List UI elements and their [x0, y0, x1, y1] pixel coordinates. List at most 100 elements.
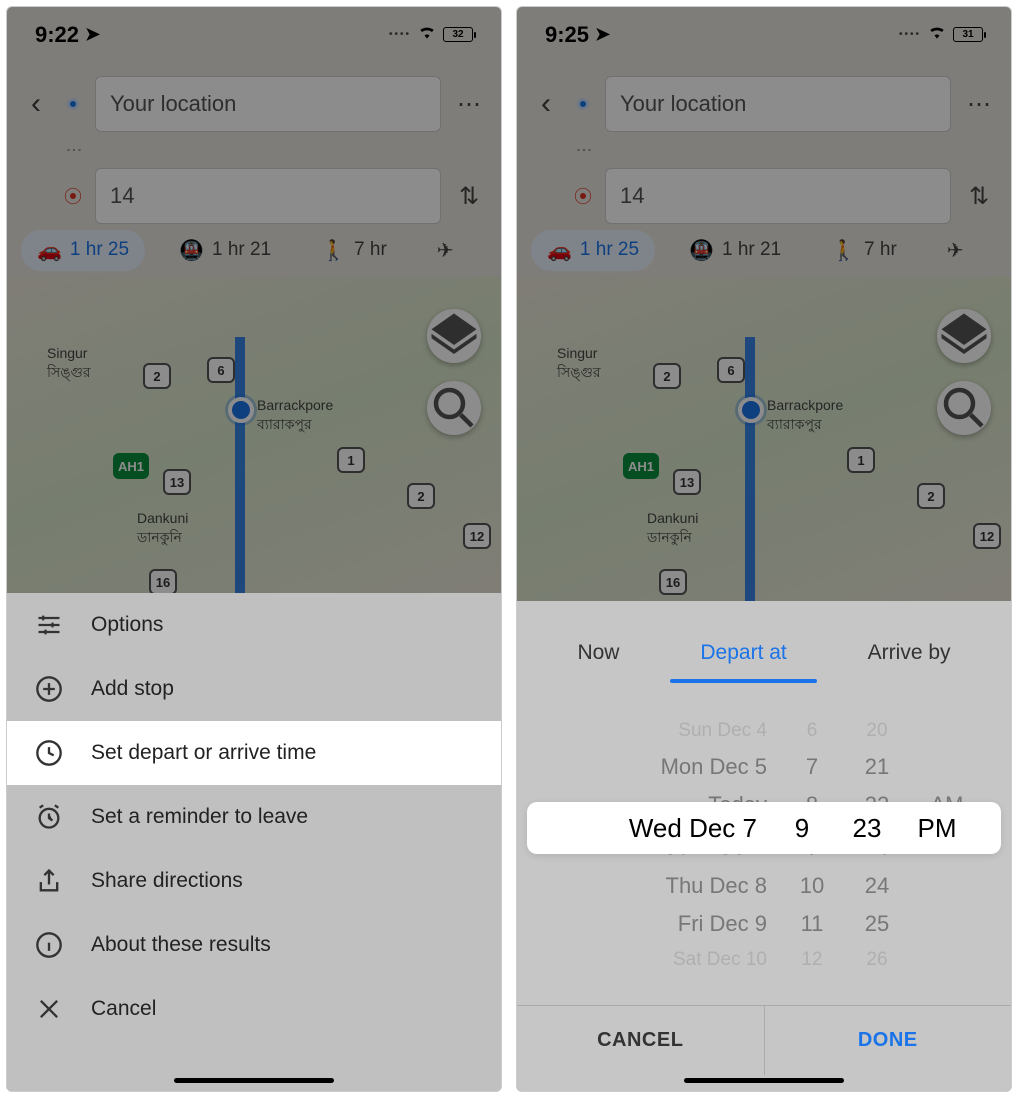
location-arrow-icon: ➤ — [85, 24, 100, 45]
road-shield: 2 — [407, 483, 435, 509]
battery-icon: 31 — [953, 27, 983, 42]
clock: 9:22 — [35, 22, 79, 48]
layers-button[interactable] — [427, 309, 481, 363]
menu-options[interactable]: Options — [7, 593, 501, 657]
phone-right: 9:25 ➤ •••• 31 ‹ Your location ⋯ ⋮ ⦿ 14 … — [516, 6, 1012, 1092]
sliders-icon — [35, 611, 63, 639]
transit-icon: 🚇 — [179, 238, 204, 263]
picker-selection-bar: Wed Dec 7 9 23 PM — [527, 802, 1001, 854]
walk-icon: 🚶 — [831, 238, 856, 263]
time-sheet: Now Depart at Arrive by Sun Dec 4 Mon De… — [517, 601, 1011, 1091]
destination-field[interactable]: 14 — [95, 168, 441, 224]
current-location-dot — [228, 397, 254, 423]
clock: 9:25 — [545, 22, 589, 48]
search-map-button[interactable] — [937, 381, 991, 435]
origin-dot-icon — [67, 98, 79, 110]
destination-field[interactable]: 14 — [605, 168, 951, 224]
directions-header: ‹ Your location ⋯ ⋮ ⦿ 14 ⇅ — [7, 62, 501, 234]
clock-icon — [35, 739, 63, 767]
plus-circle-icon — [35, 675, 63, 703]
menu-about[interactable]: About these results — [7, 913, 501, 977]
cancel-button[interactable]: CANCEL — [517, 1006, 765, 1075]
city-label: Singur সিঙ্গুর — [47, 345, 91, 385]
origin-field[interactable]: Your location — [605, 76, 951, 132]
mode-walk[interactable]: 🚶 7 hr — [815, 230, 913, 271]
travel-modes: 🚗 1 hr 25 🚇 1 hr 21 🚶 7 hr ✈ — [7, 223, 501, 277]
mode-drive[interactable]: 🚗 1 hr 25 — [531, 230, 655, 271]
city-label: Dankuni ডানকুনি — [647, 510, 698, 550]
info-icon — [35, 931, 63, 959]
alarm-icon — [35, 803, 63, 831]
back-button[interactable]: ‹ — [21, 87, 51, 121]
city-label: Singur সিঙ্গুর — [557, 345, 601, 385]
road-shield: 1 — [847, 447, 875, 473]
location-arrow-icon: ➤ — [595, 24, 610, 45]
mode-drive[interactable]: 🚗 1 hr 25 — [21, 230, 145, 271]
plane-icon: ✈ — [947, 238, 964, 263]
more-button[interactable]: ⋯ — [961, 90, 997, 119]
highway-shield: AH1 — [623, 453, 659, 479]
home-indicator[interactable] — [684, 1078, 844, 1083]
back-button[interactable]: ‹ — [531, 87, 561, 121]
status-bar: 9:25 ➤ •••• 31 — [517, 7, 1011, 62]
road-shield: 12 — [463, 523, 491, 549]
road-shield: 6 — [207, 357, 235, 383]
home-indicator[interactable] — [174, 1078, 334, 1083]
destination-pin-icon: ⦿ — [574, 183, 592, 209]
road-shield: 2 — [143, 363, 171, 389]
wifi-icon — [927, 22, 947, 48]
swap-button[interactable]: ⇅ — [961, 182, 997, 211]
menu-cancel[interactable]: Cancel — [7, 977, 501, 1041]
close-icon — [35, 995, 63, 1023]
menu-add-stop[interactable]: Add stop — [7, 657, 501, 721]
road-shield: 16 — [659, 569, 687, 595]
mode-flight[interactable]: ✈ — [931, 230, 980, 271]
road-shield: 1 — [337, 447, 365, 473]
search-map-button[interactable] — [427, 381, 481, 435]
phone-left: 9:22 ➤ •••• 32 ‹ Your location ⋯ ⋮ ⦿ 14 … — [6, 6, 502, 1092]
city-label: Barrackpore ব্যারাকপুর — [257, 397, 333, 437]
tab-now[interactable]: Now — [557, 631, 639, 675]
road-shield: 2 — [653, 363, 681, 389]
mode-walk[interactable]: 🚶 7 hr — [305, 230, 403, 271]
menu-share[interactable]: Share directions — [7, 849, 501, 913]
time-tabs: Now Depart at Arrive by — [517, 621, 1011, 675]
origin-field[interactable]: Your location — [95, 76, 441, 132]
mode-flight[interactable]: ✈ — [421, 230, 470, 271]
options-sheet: Options Add stop Set depart or arrive ti… — [7, 593, 501, 1091]
directions-header: ‹ Your location ⋯ ⋮ ⦿ 14 ⇅ — [517, 62, 1011, 234]
time-actions: CANCEL DONE — [517, 1005, 1011, 1075]
highway-shield: AH1 — [113, 453, 149, 479]
transit-icon: 🚇 — [689, 238, 714, 263]
tab-arrive-by[interactable]: Arrive by — [848, 631, 971, 675]
current-location-dot — [738, 397, 764, 423]
menu-reminder[interactable]: Set a reminder to leave — [7, 785, 501, 849]
road-shield: 16 — [149, 569, 177, 595]
car-icon: 🚗 — [547, 238, 572, 263]
plane-icon: ✈ — [437, 238, 454, 263]
road-shield: 6 — [717, 357, 745, 383]
waypoint-dots-icon: ⋮ — [70, 142, 76, 158]
share-icon — [35, 867, 63, 895]
road-shield: 13 — [673, 469, 701, 495]
swap-button[interactable]: ⇅ — [451, 182, 487, 211]
mode-transit[interactable]: 🚇 1 hr 21 — [673, 230, 797, 271]
menu-set-depart-arrive[interactable]: Set depart or arrive time — [7, 721, 501, 785]
city-label: Barrackpore ব্যারাকপুর — [767, 397, 843, 437]
walk-icon: 🚶 — [321, 238, 346, 263]
car-icon: 🚗 — [37, 238, 62, 263]
tab-depart-at[interactable]: Depart at — [680, 631, 806, 675]
road-shield: 2 — [917, 483, 945, 509]
done-button[interactable]: DONE — [765, 1006, 1012, 1075]
battery-icon: 32 — [443, 27, 473, 42]
more-button[interactable]: ⋯ — [451, 90, 487, 119]
city-label: Dankuni ডানকুনি — [137, 510, 188, 550]
travel-modes: 🚗 1 hr 25 🚇 1 hr 21 🚶 7 hr ✈ — [517, 223, 1011, 277]
road-shield: 12 — [973, 523, 1001, 549]
mode-transit[interactable]: 🚇 1 hr 21 — [163, 230, 287, 271]
layers-button[interactable] — [937, 309, 991, 363]
status-bar: 9:22 ➤ •••• 32 — [7, 7, 501, 62]
waypoint-dots-icon: ⋮ — [580, 142, 586, 158]
destination-pin-icon: ⦿ — [64, 183, 82, 209]
road-shield: 13 — [163, 469, 191, 495]
